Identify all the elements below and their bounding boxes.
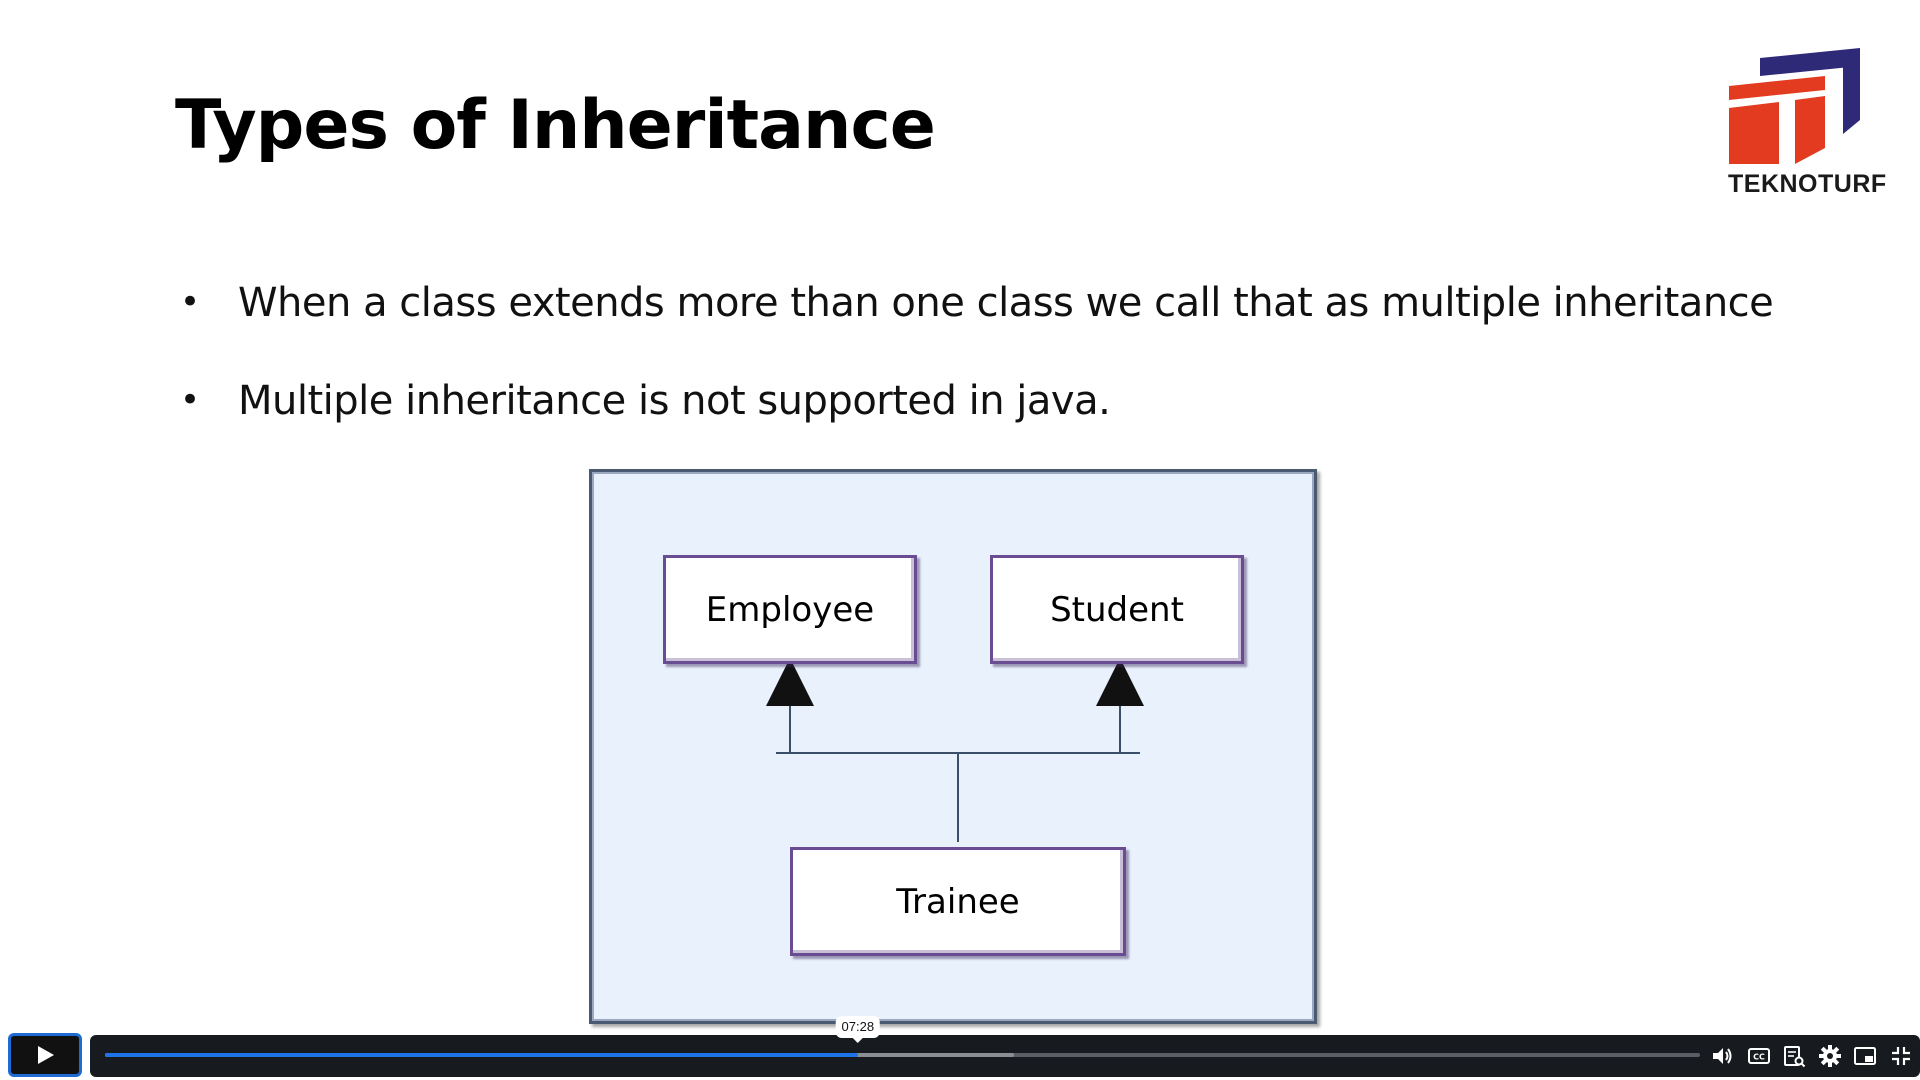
student-arrowhead (1096, 658, 1144, 706)
captions-icon[interactable]: CC (1747, 1044, 1771, 1068)
class-box-trainee: Trainee (790, 847, 1126, 956)
class-box-employee: Employee (663, 555, 917, 664)
class-box-student: Student (990, 555, 1244, 664)
video-stage: Types of Inheritance TEKNOTURF • When a … (0, 0, 1920, 1080)
play-button[interactable] (8, 1033, 82, 1077)
logo-wordmark: TEKNOTURF (1728, 170, 1887, 198)
transcript-icon[interactable] (1782, 1044, 1806, 1068)
bullet-text: Multiple inheritance is not supported in… (238, 378, 1111, 424)
progress-track[interactable] (105, 1053, 1700, 1057)
settings-icon[interactable] (1818, 1044, 1842, 1068)
progress-played (105, 1053, 858, 1057)
picture-in-picture-icon[interactable] (1853, 1044, 1877, 1068)
employee-arrowhead (766, 658, 814, 706)
bullet-text: When a class extends more than one class… (238, 280, 1774, 326)
play-icon (38, 1046, 54, 1064)
inheritance-diagram: Employee Student Trainee (589, 469, 1317, 1024)
bullet-glyph: • (180, 282, 201, 322)
volume-icon[interactable] (1710, 1044, 1734, 1068)
bullet-glyph: • (180, 380, 201, 420)
exit-fullscreen-icon[interactable] (1889, 1044, 1913, 1068)
slide-title: Types of Inheritance (175, 86, 936, 165)
svg-text:CC: CC (1753, 1053, 1765, 1062)
hover-time-tooltip: 07:28 (835, 1016, 881, 1043)
